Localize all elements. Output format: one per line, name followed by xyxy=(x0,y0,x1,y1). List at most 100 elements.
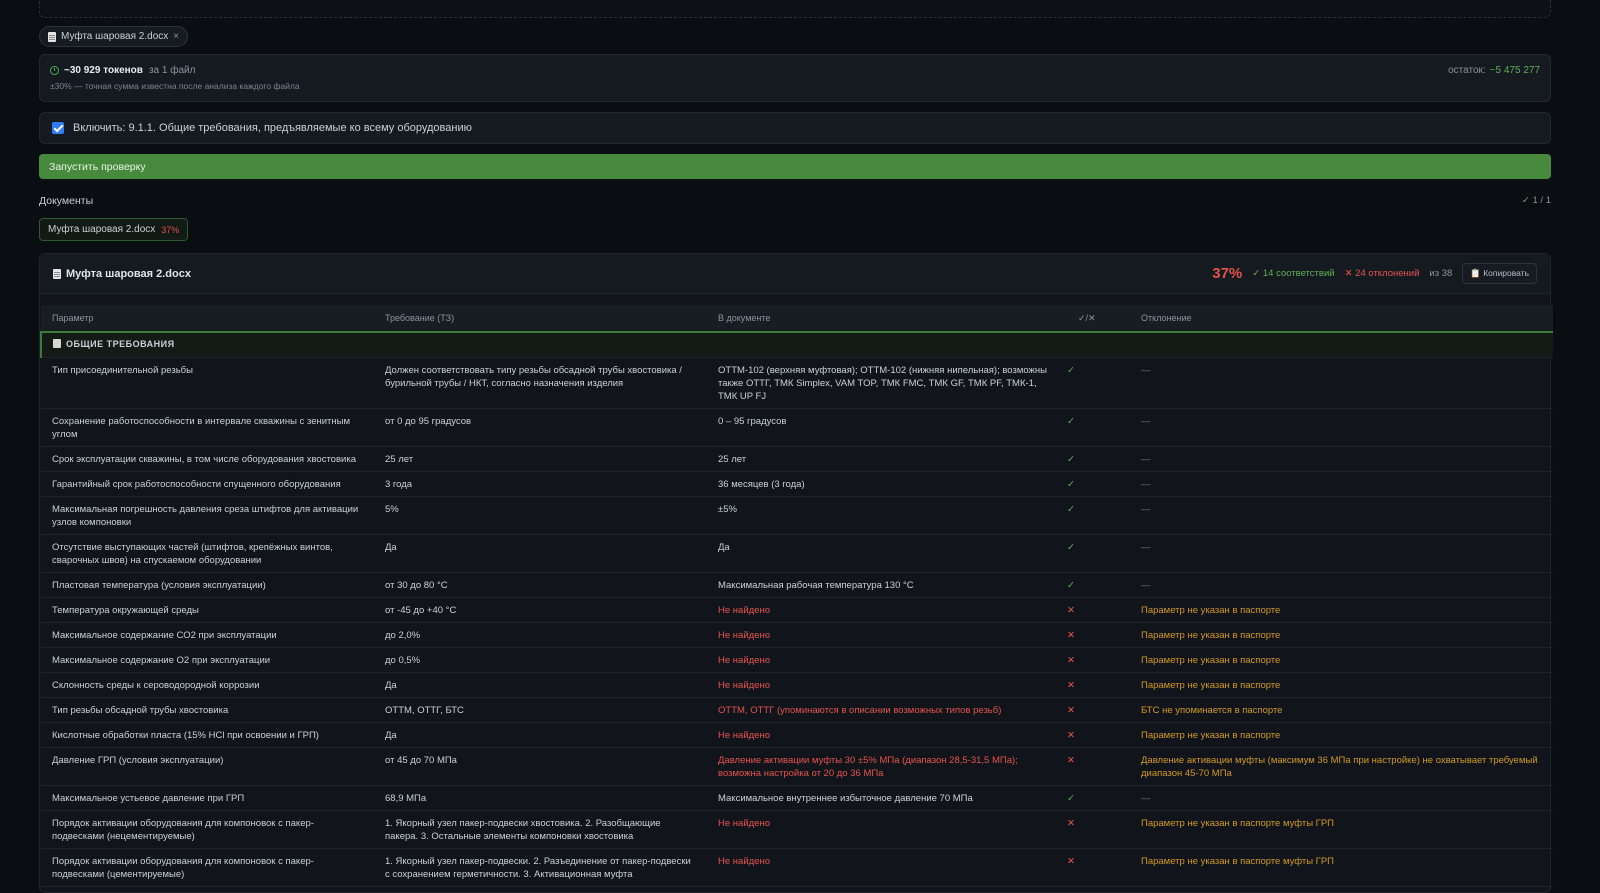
table-header-row: Параметр Требование (ТЗ) В документе ✓/✕… xyxy=(41,305,1553,332)
cell-param: Пластовая температура (условия эксплуата… xyxy=(41,572,374,598)
cell-param: Склонность среды к сероводородной корроз… xyxy=(41,672,374,698)
cell-status: ✓ xyxy=(1067,471,1130,497)
cell-document: 25 лет xyxy=(707,446,1067,472)
cell-deviation: Параметр не указан в паспорте xyxy=(1130,622,1553,648)
cell-deviation: БТС не упоминается в паспорте xyxy=(1130,697,1553,723)
cell-document: ОТТМ, ОТТГ (упоминаются в описании возмо… xyxy=(707,697,1067,723)
section-row: ОБЩИЕ ТРЕБОВАНИЯ xyxy=(40,331,1553,358)
cell-requirement: от -45 до +40 °С xyxy=(374,597,707,623)
cell-requirement: ОТТМ, ОТТГ, БТС xyxy=(374,697,707,723)
cell-status: ✕ xyxy=(1067,722,1130,748)
remove-file-icon[interactable]: × xyxy=(173,31,179,42)
result-stats: 37% ✓ 14 соответствий ✕ 24 отклонений из… xyxy=(1212,263,1537,284)
cell-param: Сохранение работоспособности в интервале… xyxy=(41,408,374,447)
result-title: Муфта шаровая 2.docx xyxy=(53,268,191,280)
table-row: Кислотные обработки пласта (15% HCl при … xyxy=(41,722,1553,748)
cell-deviation: Параметр не указан в паспорте xyxy=(1130,647,1553,673)
cell-deviation: — xyxy=(1130,785,1553,811)
section-title: ОБЩИЕ ТРЕБОВАНИЯ xyxy=(66,339,175,350)
table-row: Порядок активации оборудования для компо… xyxy=(41,810,1553,849)
col-header-deviation: Отклонение xyxy=(1141,313,1192,323)
col-header-requirement: Требование (ТЗ) xyxy=(385,313,455,323)
documents-count-check: ✓ xyxy=(1521,195,1530,206)
cell-param: Максимальная погрешность давления среза … xyxy=(41,496,374,535)
file-dropzone[interactable] xyxy=(39,0,1551,18)
cell-param: Максимальное содержание О2 при эксплуата… xyxy=(41,647,374,673)
cell-deviation: — xyxy=(1130,572,1553,598)
result-header: Муфта шаровая 2.docx 37% ✓ 14 соответств… xyxy=(40,254,1550,294)
document-tab-pct: 37% xyxy=(161,224,180,235)
include-section-option[interactable]: Включить: 9.1.1. Общие требования, предъ… xyxy=(39,112,1551,144)
result-percent: 37% xyxy=(1212,265,1243,282)
cell-param: Максимальное содержание СО2 при эксплуат… xyxy=(41,622,374,648)
table-row: Отсутствие выступающих частей (штифтов, … xyxy=(41,534,1553,573)
token-estimate-panel: ~30 929 токенов за 1 файл остаток: ~5 475… xyxy=(39,54,1551,102)
cell-requirement: от 0 до 95 градусов xyxy=(374,408,707,447)
cell-param: Максимальное устьевое давление при ГРП xyxy=(41,785,374,811)
cell-status: ✕ xyxy=(1067,848,1130,887)
include-label: Включить: 9.1.1. Общие требования, предъ… xyxy=(73,122,472,134)
cell-requirement: Да xyxy=(374,672,707,698)
cell-document: Не найдено xyxy=(707,647,1067,673)
col-header-document: В документе xyxy=(718,313,771,323)
cell-status: ✕ xyxy=(1067,597,1130,623)
include-checkbox[interactable] xyxy=(52,122,64,134)
cell-document: Не найдено xyxy=(707,622,1067,648)
token-remain-label: остаток: xyxy=(1448,65,1486,76)
cell-status: ✕ xyxy=(1067,697,1130,723)
info-circle-icon xyxy=(50,66,59,75)
run-check-button[interactable]: Запустить проверку xyxy=(39,154,1551,179)
document-tab[interactable]: Муфта шаровая 2.docx 37% xyxy=(39,218,189,241)
table-row: Срок эксплуатации скважины, в том числе … xyxy=(41,446,1553,472)
table-row: Сохранение работоспособности в интервале… xyxy=(41,408,1553,447)
cell-document: Не найдено xyxy=(707,810,1067,849)
cell-param: Срок эксплуатации скважины, в том числе … xyxy=(41,446,374,472)
cell-status: ✓ xyxy=(1067,357,1130,409)
result-total: из 38 xyxy=(1429,268,1453,279)
results-table: Параметр Требование (ТЗ) В документе ✓/✕… xyxy=(40,305,1553,887)
token-note: ±30% — точная сумма известна после анали… xyxy=(50,81,300,91)
cell-document: Максимальное внутреннее избыточное давле… xyxy=(707,785,1067,811)
result-bad-count: ✕ 24 отклонений xyxy=(1344,268,1420,279)
cell-requirement: до 0,5% xyxy=(374,647,707,673)
documents-heading: Документы xyxy=(39,195,94,207)
cell-requirement: Должен соответствовать типу резьбы обсад… xyxy=(374,357,707,409)
cell-document: Давление активации муфты 30 ±5% МПа (диа… xyxy=(707,747,1067,786)
cell-status: ✓ xyxy=(1067,446,1130,472)
cell-document: Максимальная рабочая температура 130 °С xyxy=(707,572,1067,598)
cell-requirement: 68,9 МПа xyxy=(374,785,707,811)
cell-status: ✕ xyxy=(1067,622,1130,648)
cell-deviation: — xyxy=(1130,496,1553,535)
table-row: Максимальное содержание СО2 при эксплуат… xyxy=(41,622,1553,648)
token-files: за 1 файл xyxy=(148,65,196,76)
cell-deviation: Параметр не указан в паспорте муфты ГРП xyxy=(1130,810,1553,849)
cell-requirement: от 45 до 70 МПа xyxy=(374,747,707,786)
cell-document: Не найдено xyxy=(707,597,1067,623)
cell-deviation: Параметр не указан в паспорте xyxy=(1130,722,1553,748)
table-row: Тип резьбы обсадной трубы хвостовика ОТТМ… xyxy=(41,697,1553,723)
copy-button[interactable]: 📋 Копировать xyxy=(1462,263,1537,284)
table-row: Максимальное устьевое давление при ГРП 68… xyxy=(41,785,1553,811)
cell-param: Порядок активации оборудования для компо… xyxy=(41,848,374,887)
document-tab-name: Муфта шаровая 2.docx xyxy=(48,224,156,235)
cell-status: ✕ xyxy=(1067,647,1130,673)
table-row: Температура окружающей среды от -45 до +4… xyxy=(41,597,1553,623)
cell-document: ОТТМ-102 (верхняя муфтовая); ОТТМ-102 (н… xyxy=(707,357,1067,409)
clipboard-icon xyxy=(53,339,61,349)
table-row: Склонность среды к сероводородной корроз… xyxy=(41,672,1553,698)
cell-status: ✓ xyxy=(1067,496,1130,535)
cell-requirement: 25 лет xyxy=(374,446,707,472)
cell-requirement: 1. Якорный узел пакер-подвески. 2. Разъе… xyxy=(374,848,707,887)
result-title-text: Муфта шаровая 2.docx xyxy=(66,267,191,280)
cell-status: ✓ xyxy=(1067,408,1130,447)
cell-status: ✕ xyxy=(1067,810,1130,849)
cell-param: Отсутствие выступающих частей (штифтов, … xyxy=(41,534,374,573)
table-row: Максимальное содержание О2 при эксплуата… xyxy=(41,647,1553,673)
cell-deviation: Давление активации муфты (максимум 36 МП… xyxy=(1130,747,1553,786)
result-card: Муфта шаровая 2.docx 37% ✓ 14 соответств… xyxy=(39,253,1553,893)
document-icon xyxy=(53,268,61,279)
cell-document: Не найдено xyxy=(707,672,1067,698)
cell-param: Тип присоединительной резьбы xyxy=(41,357,374,409)
cell-document: 36 месяцев (3 года) xyxy=(707,471,1067,497)
cell-requirement: Да xyxy=(374,722,707,748)
